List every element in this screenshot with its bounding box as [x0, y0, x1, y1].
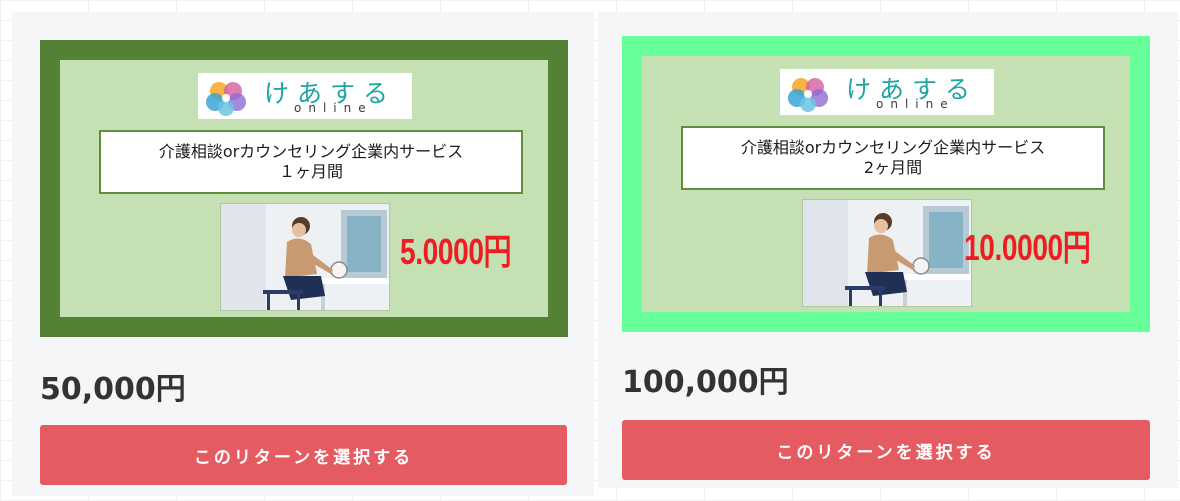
banner-title-line-2: １ヶ月間 [278, 162, 343, 181]
reward-banner-image[interactable]: けあする online 介護相談orカウンセリング企業内サービス 2ヶ月間 10… [622, 36, 1150, 332]
banner-title-line-2: 2ヶ月間 [863, 158, 923, 177]
logo-subtext: online [876, 97, 955, 111]
woman-at-desk-photo [220, 203, 390, 311]
banner-inner-panel: けあする online 介護相談orカウンセリング企業内サービス １ヶ月間 5.… [60, 60, 548, 317]
banner-title-line-1: 介護相談orカウンセリング企業内サービス [740, 138, 1046, 157]
banner-price-text: 5.0000円 [400, 231, 512, 272]
select-reward-button[interactable]: このリターンを選択する [40, 425, 567, 485]
logo-subtext: online [294, 101, 373, 115]
reward-card-2: けあする online 介護相談orカウンセリング企業内サービス 2ヶ月間 10… [598, 12, 1178, 488]
reward-card-1: けあする online 介護相談orカウンセリング企業内サービス １ヶ月間 5.… [12, 12, 594, 496]
keasuru-logo: けあする online [198, 73, 412, 119]
select-reward-button[interactable]: このリターンを選択する [622, 420, 1150, 480]
banner-price-text: 10.0000円 [964, 227, 1091, 268]
flower-logo-icon [788, 78, 828, 112]
banner-title-line-1: 介護相談orカウンセリング企業内サービス [158, 142, 464, 161]
reward-price: 50,000円 [40, 372, 186, 407]
banner-inner-panel: けあする online 介護相談orカウンセリング企業内サービス 2ヶ月間 10… [642, 56, 1130, 312]
reward-banner-image[interactable]: けあする online 介護相談orカウンセリング企業内サービス １ヶ月間 5.… [40, 40, 568, 337]
banner-title-box: 介護相談orカウンセリング企業内サービス 2ヶ月間 [681, 126, 1105, 190]
flower-logo-icon [206, 82, 246, 116]
banner-title-box: 介護相談orカウンセリング企業内サービス １ヶ月間 [99, 130, 523, 194]
reward-price: 100,000円 [622, 365, 789, 400]
woman-at-desk-photo [802, 199, 972, 307]
keasuru-logo: けあする online [780, 69, 994, 115]
